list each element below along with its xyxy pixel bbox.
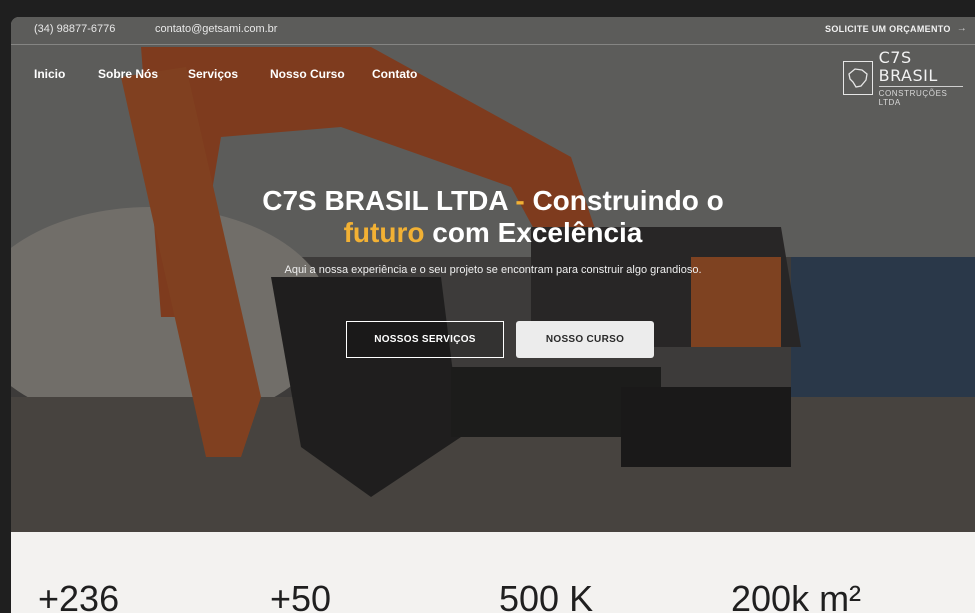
hero-section: (34) 98877-6776 contato@getsami.com.br S… <box>11 17 975 532</box>
brazil-map-icon <box>843 61 873 95</box>
request-quote-label: SOLICITE UM ORÇAMENTO <box>825 23 951 34</box>
nosso-curso-button[interactable]: NOSSO CURSO <box>516 321 654 358</box>
hero-title-part1: C7S BRASIL LTDA <box>262 185 508 216</box>
hero-title-accent: futuro <box>343 217 425 248</box>
top-contact-bar: (34) 98877-6776 contato@getsami.com.br S… <box>11 17 975 45</box>
nav-item-inicio[interactable]: Inicio <box>34 67 65 81</box>
hero-title-part2: Construindo o <box>532 185 724 216</box>
email-address[interactable]: contato@getsami.com.br <box>155 23 277 35</box>
stats-section: +236 +50 500 K 200k m² <box>11 532 975 613</box>
phone-number[interactable]: (34) 98877-6776 <box>34 23 115 35</box>
nav-item-sobre-nos[interactable]: Sobre Nós <box>98 67 158 81</box>
company-logo[interactable]: C7S BRASIL CONSTRUÇÕES LTDA <box>843 49 963 107</box>
nav-item-servicos[interactable]: Serviços <box>188 67 238 81</box>
arrow-right-icon: → <box>956 23 967 34</box>
logo-subtitle: CONSTRUÇÕES LTDA <box>878 86 963 107</box>
stat-value: 200k m² <box>731 578 862 613</box>
stat-value: +50 <box>270 578 332 613</box>
browser-viewport: (34) 98877-6776 contato@getsami.com.br S… <box>11 17 975 613</box>
hero-title-dash: - <box>507 185 533 216</box>
request-quote-link[interactable]: SOLICITE UM ORÇAMENTO → <box>825 23 967 34</box>
stat-value: +236 <box>38 578 120 613</box>
nossos-servicos-button[interactable]: NOSSOS SERVIÇOS <box>346 321 504 358</box>
stat-value: 500 K <box>499 578 594 613</box>
hero-title: C7S BRASIL LTDA - Construindo o futuro c… <box>11 185 975 249</box>
nav-item-contato[interactable]: Contato <box>372 67 417 81</box>
nav-item-nosso-curso[interactable]: Nosso Curso <box>270 67 345 81</box>
logo-name: C7S BRASIL <box>878 48 938 85</box>
hero-title-part3: com Excelência <box>424 217 643 248</box>
hero-subtitle: Aqui a nossa experiência e o seu projeto… <box>284 264 702 276</box>
